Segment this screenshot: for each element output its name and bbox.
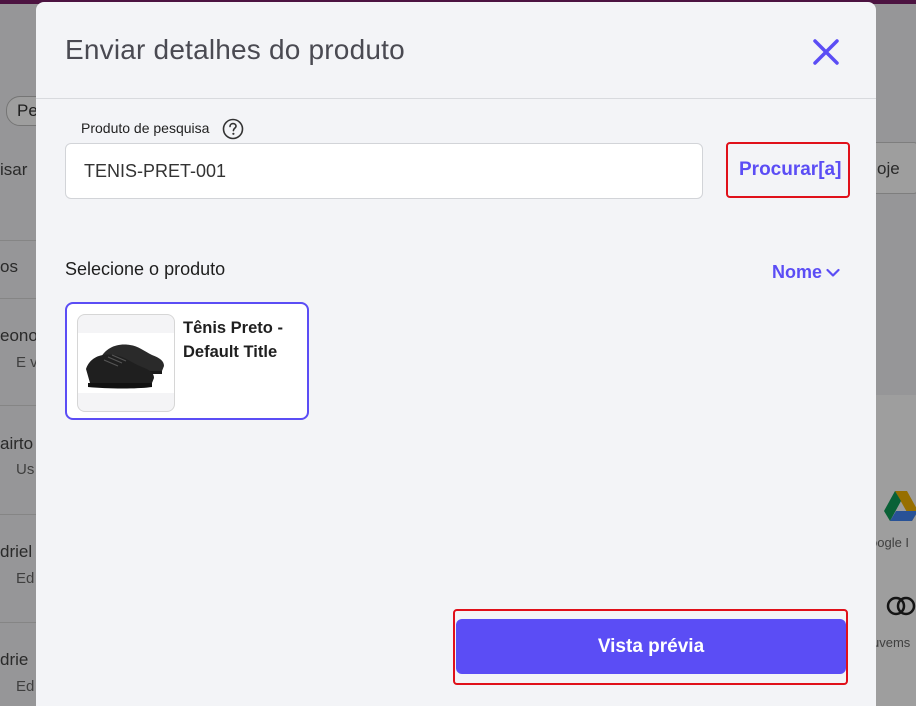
chevron-down-icon [826,269,840,277]
help-icon[interactable] [222,118,244,140]
product-name: Tênis Preto - Default Title [183,319,283,361]
modal-title: Enviar detalhes do produto [65,34,405,65]
search-button[interactable]: Procurar[a] [739,159,841,181]
search-field-label: Produto de pesquisa [81,120,210,136]
product-card[interactable]: Tênis Preto - Default Title [65,302,309,420]
product-search-input[interactable] [65,143,703,199]
sneaker-image [86,344,164,389]
modal-header: Enviar detalhes do produto [36,2,876,99]
select-product-label: Selecione o produto [65,259,226,279]
send-product-details-modal: Enviar detalhes do produto Produto de pe… [36,2,876,706]
sort-dropdown[interactable]: Nome [772,262,840,283]
product-thumbnail [77,314,175,412]
sort-selected-value: Nome [772,262,823,282]
preview-button[interactable]: Vista prévia [456,619,846,674]
close-icon[interactable] [810,36,842,68]
